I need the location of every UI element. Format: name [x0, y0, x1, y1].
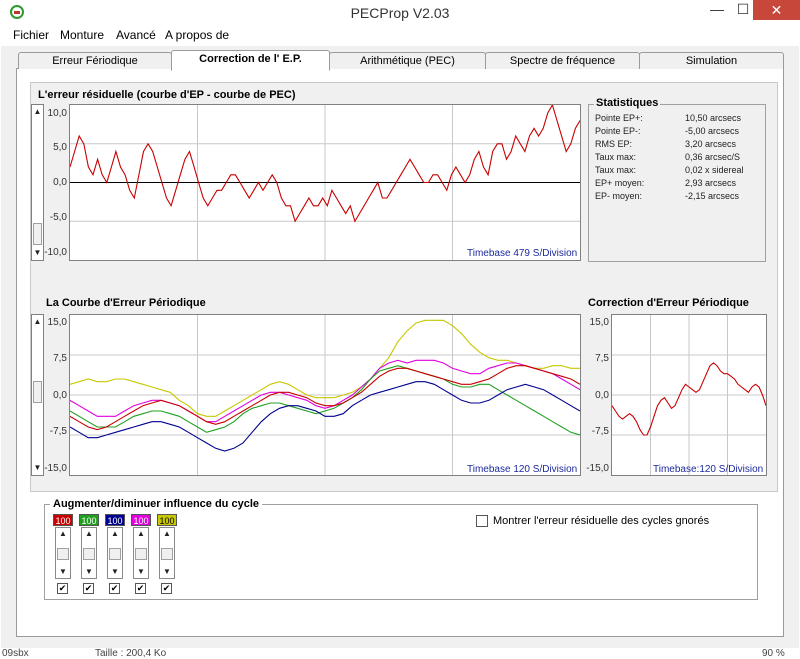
stat-label: Taux max:	[595, 152, 637, 162]
spin-up-icon[interactable]: ▲	[108, 529, 122, 539]
residual-chart-svg	[69, 103, 581, 260]
periodic-ytick: -7,5	[49, 426, 67, 437]
tab-simulation[interactable]: Simulation	[639, 52, 784, 69]
spin-up-icon[interactable]: ▲	[160, 529, 174, 539]
cycle-checkbox[interactable]: ✔	[161, 583, 172, 594]
status-zoom: 90 %	[762, 648, 785, 659]
correction-ytick: 0,0	[595, 390, 609, 401]
close-button[interactable]: ✕	[753, 0, 800, 20]
correction-chart-svg	[611, 315, 767, 475]
correction-title: Correction d'Erreur Périodique	[588, 297, 749, 309]
correction-ytick: -7,5	[591, 426, 609, 437]
periodic-timebase: Timebase 120 S/Division	[467, 464, 578, 475]
stat-value: 3,20 arcsecs	[685, 139, 737, 149]
tab-arithmetique-pec[interactable]: Arithmétique (PEC)	[329, 52, 486, 69]
periodic-ytick: 0,0	[53, 390, 67, 401]
cycle-checkbox[interactable]: ✔	[83, 583, 94, 594]
periodic-ytick: 7,5	[53, 353, 67, 364]
cycle-value-badge: 100	[105, 514, 125, 526]
spinner-thumb[interactable]	[57, 548, 69, 560]
spin-up-icon[interactable]: ▲	[134, 529, 148, 539]
menu-monture[interactable]: Monture	[60, 28, 104, 42]
residual-ytick: 10,0	[47, 108, 67, 119]
cycle-value-badge: 100	[157, 514, 177, 526]
status-left: 09sbx	[2, 648, 29, 659]
correction-chart	[611, 314, 767, 476]
spinner-thumb[interactable]	[161, 548, 173, 560]
spin-down-icon[interactable]: ▼	[134, 567, 148, 577]
stat-value: 0,02 x sidereal	[685, 165, 744, 175]
stat-value: 10,50 arcsecs	[685, 113, 742, 123]
cycle-title: Augmenter/diminuer influence du cycle	[50, 498, 262, 510]
stat-label: EP+ moyen:	[595, 178, 645, 188]
cycle-spinner[interactable]: ▲ ▼	[159, 527, 175, 579]
stat-label: Taux max:	[595, 165, 637, 175]
correction-ytick: -15,0	[586, 463, 609, 474]
cycle-checkbox[interactable]: ✔	[109, 583, 120, 594]
periodic-ytick: 15,0	[47, 317, 67, 328]
menu-fichier[interactable]: Fichier	[13, 28, 49, 42]
status-bar: 09sbx Taille : 200,4 Ko 90 %	[0, 648, 800, 659]
menu-avance[interactable]: Avancé	[116, 28, 156, 42]
stat-label: Pointe EP-:	[595, 126, 641, 136]
show-ignored-label[interactable]: Montrer l'erreur résiduelle des cycles g…	[493, 515, 709, 527]
spin-up-icon[interactable]: ▲	[82, 529, 96, 539]
cycle-value-badge: 100	[53, 514, 73, 526]
show-ignored-checkbox[interactable]	[476, 515, 488, 527]
stat-value: 0,36 arcsec/S	[685, 152, 741, 162]
status-size: Taille : 200,4 Ko	[95, 648, 167, 659]
tab-erreur-periodique[interactable]: Erreur Fériodique	[18, 52, 172, 69]
residual-chart	[69, 103, 581, 261]
residual-ytick: 0,0	[53, 177, 67, 188]
stat-label: Pointe EP+:	[595, 113, 643, 123]
residual-ytick: -5,0	[49, 212, 67, 223]
residual-ytick: -10,0	[44, 247, 67, 258]
stat-label: EP- moyen:	[595, 191, 643, 201]
correction-ytick: 15,0	[589, 317, 609, 328]
stat-value: -5,00 arcsecs	[685, 126, 740, 136]
spinner-thumb[interactable]	[83, 548, 95, 560]
cycle-spinner[interactable]: ▲ ▼	[133, 527, 149, 579]
scroll-thumb[interactable]	[33, 223, 42, 245]
cycle-checkbox[interactable]: ✔	[57, 583, 68, 594]
correction-ytick: 7,5	[595, 353, 609, 364]
stats-title: Statistiques	[594, 97, 661, 109]
cycle-value-badge: 100	[131, 514, 151, 526]
tab-correction-ep[interactable]: Correction de l' E.P.	[171, 50, 330, 71]
cycle-value-badge: 100	[79, 514, 99, 526]
stat-value: 2,93 arcsecs	[685, 178, 737, 188]
periodic-title: La Courbe d'Erreur Périodique	[46, 297, 206, 309]
periodic-ytick: -15,0	[44, 463, 67, 474]
residual-ytick: 5,0	[53, 142, 67, 153]
minimize-button[interactable]: —	[703, 0, 731, 20]
spin-down-icon[interactable]: ▼	[108, 567, 122, 577]
spin-down-icon[interactable]: ▼	[82, 567, 96, 577]
spinner-thumb[interactable]	[135, 548, 147, 560]
periodic-chart-svg	[69, 315, 581, 475]
spinner-thumb[interactable]	[109, 548, 121, 560]
stat-label: RMS EP:	[595, 139, 633, 149]
spin-down-icon[interactable]: ▼	[160, 567, 174, 577]
cycle-spinner[interactable]: ▲ ▼	[107, 527, 123, 579]
spin-up-icon[interactable]: ▲	[56, 529, 70, 539]
tab-spectre-frequence[interactable]: Spectre de fréquence	[485, 52, 640, 69]
periodic-chart	[69, 314, 581, 476]
cycle-checkbox[interactable]: ✔	[135, 583, 146, 594]
residual-title: L'erreur résiduelle (courbe d'EP - courb…	[38, 89, 296, 101]
window-title: PECProp V2.03	[350, 5, 450, 21]
stat-value: -2,15 arcsecs	[685, 191, 740, 201]
menu-a-propos[interactable]: A propos de	[165, 28, 229, 42]
spin-down-icon[interactable]: ▼	[56, 567, 70, 577]
cycle-spinner[interactable]: ▲ ▼	[81, 527, 97, 579]
residual-timebase: Timebase 479 S/Division	[467, 248, 578, 259]
cycle-spinner[interactable]: ▲ ▼	[55, 527, 71, 579]
correction-timebase: Timebase:120 S/Division	[653, 464, 764, 475]
